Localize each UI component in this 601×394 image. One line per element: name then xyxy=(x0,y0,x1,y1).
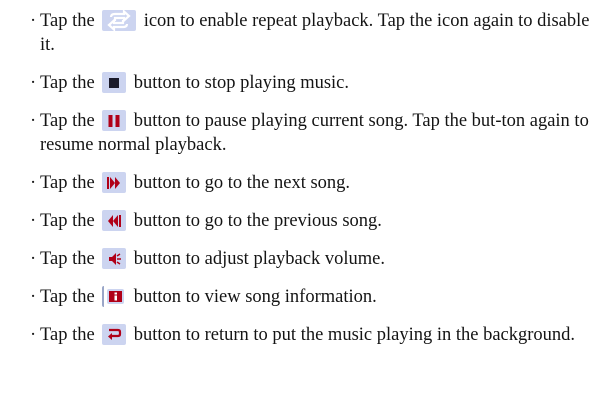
bullet: · xyxy=(30,211,37,231)
item-text-before: Tap the xyxy=(40,249,95,269)
background-return-icon xyxy=(101,324,126,345)
volume-icon xyxy=(101,248,126,269)
previous-song-icon xyxy=(101,210,126,231)
item-text-after: button to stop playing music. xyxy=(133,73,350,93)
info-icon xyxy=(101,286,126,307)
list-item-previous: · Tap the button to go to the previous so… xyxy=(30,209,595,233)
item-text-before: Tap the xyxy=(40,173,95,193)
item-text-before: Tap the xyxy=(40,287,95,307)
item-text-before: Tap the xyxy=(40,325,95,345)
item-text-before: Tap the xyxy=(40,73,95,93)
item-text-after: button to go to the previous song. xyxy=(133,211,382,231)
bullet: · xyxy=(30,287,37,307)
item-text-after: button to go to the next song. xyxy=(133,173,351,193)
list-item-repeat: · Tap the icon to enable repeat playback.… xyxy=(30,9,595,57)
stop-icon xyxy=(101,72,126,93)
bullet: · xyxy=(30,73,37,93)
item-text-before: Tap the xyxy=(40,111,95,131)
bullet: · xyxy=(30,249,37,269)
item-text-after: button to adjust playback volume. xyxy=(133,249,385,269)
bullet: · xyxy=(30,325,37,345)
instruction-list: · Tap the icon to enable repeat playback.… xyxy=(30,0,595,361)
item-text-before: Tap the xyxy=(40,211,95,231)
item-text-after: button to view song information. xyxy=(133,287,377,307)
next-song-icon xyxy=(101,172,126,193)
list-item-pause: · Tap the button to pause playing current… xyxy=(30,109,595,157)
bullet: · xyxy=(30,111,37,131)
list-item-volume: · Tap the button to adjust playback volum… xyxy=(30,247,595,271)
list-item-info: · Tap the button to view song information… xyxy=(30,285,595,309)
list-item-background-return: · Tap the button to return to put the mus… xyxy=(30,323,595,347)
item-text-after: button to return to put the music playin… xyxy=(133,325,576,345)
list-item-stop: · Tap the button to stop playing music. xyxy=(30,71,595,95)
pause-icon xyxy=(101,110,126,131)
bullet: · xyxy=(30,11,37,31)
bullet: · xyxy=(30,173,37,193)
list-item-next: · Tap the button to go to the next song. xyxy=(30,171,595,195)
item-text-before: Tap the xyxy=(40,11,95,31)
repeat-icon xyxy=(101,10,136,31)
